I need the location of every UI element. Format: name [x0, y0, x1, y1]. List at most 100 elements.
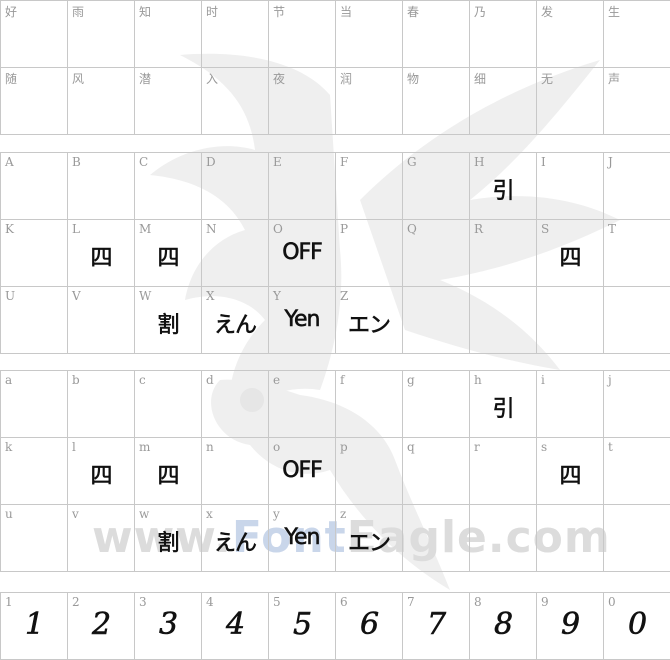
glyph-cell: L四	[68, 220, 135, 287]
glyph-sample: 四	[559, 246, 582, 272]
glyph-sample: OFF	[282, 240, 323, 266]
glyph-sample: 1	[24, 607, 45, 643]
glyph-sample: 9	[560, 607, 581, 643]
glyph-sample: エン	[347, 313, 392, 339]
cell-label: u	[5, 507, 13, 521]
glyph-cell: r	[470, 438, 537, 505]
glyph-cell: s四	[537, 438, 604, 505]
glyph-cell	[403, 287, 470, 354]
cell-label: J	[608, 155, 613, 169]
cell-label: 发	[541, 5, 554, 19]
cell-label: N	[206, 222, 217, 236]
glyph-cell: A	[1, 153, 68, 220]
cell-label: n	[206, 440, 214, 454]
glyph-cell: 物	[403, 68, 470, 135]
lowercase-glyph-table: abcdefgh引ij k l 四 m 四 n o OFF p q r s 四 t u v w 割 x えん y Yen…	[0, 370, 670, 572]
uppercase-glyph-table: ABCDEFGH引IJ K L 四 M 四 N O OFF P Q R S 四 T U V W 割 X えん Y Yen…	[0, 152, 670, 354]
glyph-cell: 节	[269, 1, 336, 68]
glyph-cell: 时	[202, 1, 269, 68]
cell-label: S	[541, 222, 550, 236]
cell-label: 润	[340, 72, 353, 86]
glyph-cell: l四	[68, 438, 135, 505]
table-row: u v w 割 x えん y Yen z エン	[1, 505, 670, 572]
glyph-cell: Z エン	[336, 287, 403, 354]
glyph-cell: B	[68, 153, 135, 220]
glyph-cell: 发	[537, 1, 604, 68]
cell-label: E	[273, 155, 282, 169]
glyph-cell: q	[403, 438, 470, 505]
cell-label: O	[273, 222, 283, 236]
cell-label: Y	[273, 289, 281, 303]
glyph-cell	[470, 287, 537, 354]
cell-label: 生	[608, 5, 621, 19]
cell-label: 时	[206, 5, 219, 19]
glyph-cell: O OFF	[269, 220, 336, 287]
glyph-cell: Q	[403, 220, 470, 287]
cell-label: U	[5, 289, 16, 303]
glyph-cell: z エン	[336, 505, 403, 572]
cell-label: d	[206, 373, 214, 387]
glyph-sample: OFF	[282, 458, 323, 484]
cell-label: b	[72, 373, 80, 387]
glyph-cell: W割	[135, 287, 202, 354]
glyph-cell: 生	[604, 1, 670, 68]
glyph-sample: 引	[492, 397, 515, 423]
glyph-cell: 无	[537, 68, 604, 135]
glyph-sample: 8	[493, 607, 514, 643]
glyph-cell	[403, 505, 470, 572]
glyph-cell: N	[202, 220, 269, 287]
glyph-sample: 四	[90, 464, 113, 490]
glyph-cell: 99	[537, 593, 604, 660]
cell-label: i	[541, 373, 545, 387]
glyph-cell: 润	[336, 68, 403, 135]
glyph-cell: 好	[1, 1, 68, 68]
glyph-cell: 随	[1, 68, 68, 135]
glyph-cell: 夜	[269, 68, 336, 135]
glyph-cell: 22	[68, 593, 135, 660]
glyph-cell: 细	[470, 68, 537, 135]
glyph-cell: 乃	[470, 1, 537, 68]
glyph-cell: I	[537, 153, 604, 220]
glyph-cell: p	[336, 438, 403, 505]
glyph-sample: 引	[492, 179, 515, 205]
cell-label: B	[72, 155, 81, 169]
glyph-cell	[604, 505, 670, 572]
glyph-cell: f	[336, 371, 403, 438]
cell-label: H	[474, 155, 485, 169]
glyph-sample: 割	[157, 313, 180, 339]
glyph-cell	[470, 505, 537, 572]
glyph-cell: n	[202, 438, 269, 505]
glyph-sample: 四	[559, 464, 582, 490]
cell-label: V	[72, 289, 81, 303]
glyph-cell: o OFF	[269, 438, 336, 505]
cell-label: y	[273, 507, 280, 521]
glyph-cell: 当	[336, 1, 403, 68]
cell-label: R	[474, 222, 484, 236]
glyph-cell: 春	[403, 1, 470, 68]
glyph-cell: R	[470, 220, 537, 287]
glyph-sample: 四	[90, 246, 113, 272]
cell-label: X	[206, 289, 215, 303]
glyph-cell: d	[202, 371, 269, 438]
cell-label: 雨	[72, 5, 85, 19]
cell-label: x	[206, 507, 213, 521]
glyph-cell: v	[68, 505, 135, 572]
cell-label: D	[206, 155, 216, 169]
glyph-cell: 入	[202, 68, 269, 135]
glyph-cell: 11	[1, 593, 68, 660]
glyph-cell	[604, 287, 670, 354]
cell-label: 潜	[139, 72, 152, 86]
glyph-cell: P	[336, 220, 403, 287]
table-row: A B C D E F G H引 I J	[1, 153, 670, 220]
glyph-sample: 四	[157, 246, 180, 272]
cell-label: K	[5, 222, 14, 236]
glyph-sample: Yen	[284, 525, 321, 551]
cell-label: m	[139, 440, 151, 454]
glyph-cell: J	[604, 153, 670, 220]
glyph-cell: h引	[470, 371, 537, 438]
glyph-cell: H引	[470, 153, 537, 220]
glyph-cell: i	[537, 371, 604, 438]
cell-label: 好	[5, 5, 18, 19]
table-row: U V W 割 X えん Y Yen Z エン	[1, 287, 670, 354]
cell-label: 随	[5, 72, 18, 86]
